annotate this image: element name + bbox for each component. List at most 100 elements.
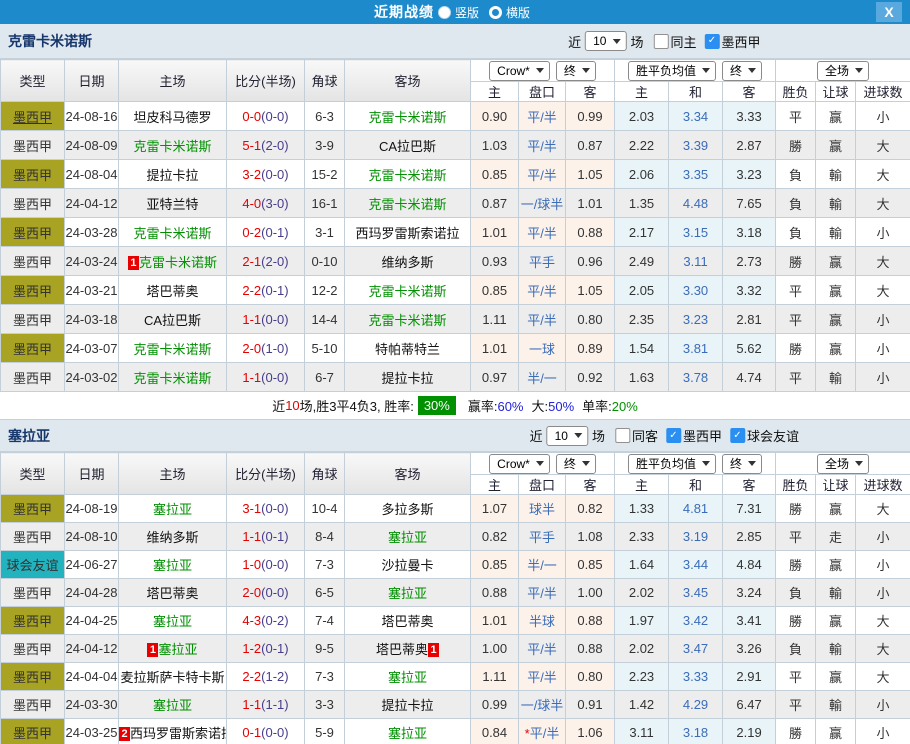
league-type-cell[interactable]: 墨西甲 — [1, 663, 65, 691]
away-team-name[interactable]: 塞拉亚 — [388, 530, 427, 545]
bookmaker-select[interactable]: Crow* — [489, 454, 550, 474]
league-type-cell[interactable]: 墨西甲 — [1, 131, 65, 160]
bookmaker-select[interactable]: Crow* — [489, 61, 550, 81]
mean-odds-home-value: 2.33 — [629, 529, 654, 544]
horizontal-layout-label[interactable]: 横版 — [506, 4, 530, 21]
fullmatch-select[interactable]: 全场 — [817, 454, 869, 474]
home-team-name[interactable]: 塔巴蒂奥 — [146, 284, 198, 299]
home-team-name[interactable]: 塞拉亚 — [153, 502, 192, 517]
vertical-layout-label[interactable]: 竖版 — [455, 4, 479, 21]
match-count-select[interactable]: 10 — [585, 31, 626, 51]
checkbox-label[interactable]: 球会友谊 — [747, 426, 799, 445]
away-team-name[interactable]: 塞拉亚 — [388, 586, 427, 601]
mean-stage-select[interactable]: 终 — [722, 454, 762, 474]
vertical-layout-radio[interactable] — [438, 6, 451, 19]
checkbox-label[interactable]: 同主 — [670, 32, 696, 51]
home-team-name[interactable]: 维纳多斯 — [146, 530, 198, 545]
away-team-name[interactable]: 塔巴蒂奥 — [376, 642, 428, 657]
away-team-name[interactable]: 维纳多斯 — [381, 255, 433, 270]
fulltime-score: 2-0 — [242, 585, 261, 600]
handicap-text: 平/半 — [530, 726, 560, 741]
away-team-name[interactable]: 西玛罗雷斯索诺拉 — [355, 226, 459, 241]
checkbox-label[interactable]: 墨西甲 — [721, 32, 760, 51]
league-type-cell[interactable]: 球会友谊 — [1, 551, 65, 579]
checkbox-unchecked[interactable] — [615, 428, 630, 443]
home-team-name[interactable]: 克雷卡米诺斯 — [133, 226, 211, 241]
mean-odds-select[interactable]: 胜平负均值 — [628, 454, 716, 474]
away-team-name[interactable]: 克雷卡米诺斯 — [368, 168, 446, 183]
mean-odds-select[interactable]: 胜平负均值 — [628, 61, 716, 81]
away-team-cell: 克雷卡米诺斯 — [345, 102, 471, 131]
fullmatch-select[interactable]: 全场 — [817, 61, 869, 81]
home-team-name[interactable]: 坦皮科马德罗 — [133, 110, 211, 125]
halftime-score: (1-1) — [261, 697, 288, 712]
home-team-name[interactable]: 克雷卡米诺斯 — [139, 255, 217, 270]
checkbox-unchecked[interactable] — [653, 34, 668, 49]
league-type-cell[interactable]: 墨西甲 — [1, 276, 65, 305]
away-team-name[interactable]: 克雷卡米诺斯 — [368, 284, 446, 299]
home-team-name[interactable]: 塔巴蒂奥 — [146, 586, 198, 601]
away-team-name[interactable]: 提拉卡拉 — [381, 371, 433, 386]
home-team-name[interactable]: 塞拉亚 — [153, 558, 192, 573]
home-team-name[interactable]: CA拉巴斯 — [144, 313, 201, 328]
odds-stage-select[interactable]: 终 — [556, 454, 596, 474]
league-type-cell[interactable]: 墨西甲 — [1, 607, 65, 635]
away-team-name[interactable]: CA拉巴斯 — [379, 139, 436, 154]
league-type-cell[interactable]: 墨西甲 — [1, 363, 65, 392]
horizontal-layout-radio[interactable] — [489, 6, 502, 19]
away-team-name[interactable]: 塔巴蒂奥 — [381, 614, 433, 629]
checkbox-checked[interactable]: ✓ — [730, 428, 745, 443]
home-team-name[interactable]: 塞拉亚 — [153, 698, 192, 713]
away-team-name[interactable]: 塞拉亚 — [388, 670, 427, 685]
close-icon[interactable]: X — [876, 2, 902, 22]
league-type-cell[interactable]: 墨西甲 — [1, 160, 65, 189]
mean-odds-home-value: 1.35 — [629, 196, 654, 211]
mean-stage-select[interactable]: 终 — [722, 61, 762, 81]
chevron-down-icon — [582, 68, 590, 73]
league-type-cell[interactable]: 墨西甲 — [1, 305, 65, 334]
team2-filter-bar: 塞拉亚 近 10 场 同客✓墨西甲✓球会友谊 — [0, 420, 910, 452]
home-team-name[interactable]: 麦拉斯萨卡特卡斯 — [120, 670, 224, 685]
checkbox-label[interactable]: 墨西甲 — [683, 426, 722, 445]
mean-odds-draw-value: 3.39 — [683, 138, 708, 153]
league-type-cell[interactable]: 墨西甲 — [1, 102, 65, 131]
home-team-name[interactable]: 克雷卡米诺斯 — [133, 139, 211, 154]
league-type-cell[interactable]: 墨西甲 — [1, 635, 65, 663]
league-type-cell[interactable]: 墨西甲 — [1, 719, 65, 744]
score-cell: 4-3(0-2) — [227, 607, 305, 635]
league-type-cell[interactable]: 墨西甲 — [1, 218, 65, 247]
league-type-cell[interactable]: 墨西甲 — [1, 495, 65, 523]
mean-odds-dropdown-cell: 胜平负均值 终 — [615, 453, 776, 475]
away-team-name[interactable]: 沙拉曼卡 — [381, 558, 433, 573]
fulltime-score: 1-1 — [242, 312, 261, 327]
league-type-cell[interactable]: 墨西甲 — [1, 247, 65, 276]
mean-odds-draw: 4.81 — [669, 495, 723, 523]
away-team-name[interactable]: 克雷卡米诺斯 — [368, 313, 446, 328]
league-type-cell[interactable]: 墨西甲 — [1, 334, 65, 363]
away-team-name[interactable]: 多拉多斯 — [381, 502, 433, 517]
chevron-down-icon — [582, 461, 590, 466]
mean-odds-away-value: 5.62 — [736, 341, 761, 356]
home-team-name[interactable]: 西玛罗雷斯索诺拉 — [130, 726, 227, 741]
odds-stage-select[interactable]: 终 — [556, 61, 596, 81]
checkbox-checked[interactable]: ✓ — [666, 428, 681, 443]
away-team-name[interactable]: 克雷卡米诺斯 — [368, 197, 446, 212]
home-team-name[interactable]: 克雷卡米诺斯 — [133, 371, 211, 386]
away-team-name[interactable]: 克雷卡米诺斯 — [368, 110, 446, 125]
match-count-select[interactable]: 10 — [547, 426, 588, 446]
checkbox-checked[interactable]: ✓ — [704, 34, 719, 49]
checkbox-label[interactable]: 同客 — [632, 426, 658, 445]
league-type-cell[interactable]: 墨西甲 — [1, 189, 65, 218]
home-team-name[interactable]: 塞拉亚 — [158, 642, 197, 657]
league-type-cell[interactable]: 墨西甲 — [1, 579, 65, 607]
home-team-name[interactable]: 克雷卡米诺斯 — [133, 342, 211, 357]
home-team-name[interactable]: 亚特兰特 — [146, 197, 198, 212]
away-team-name[interactable]: 特帕蒂特兰 — [375, 342, 440, 357]
away-team-name[interactable]: 塞拉亚 — [388, 726, 427, 741]
score-cell: 2-2(1-2) — [227, 663, 305, 691]
league-type-cell[interactable]: 墨西甲 — [1, 691, 65, 719]
home-team-name[interactable]: 塞拉亚 — [153, 614, 192, 629]
league-type-cell[interactable]: 墨西甲 — [1, 523, 65, 551]
away-team-name[interactable]: 提拉卡拉 — [381, 698, 433, 713]
home-team-name[interactable]: 提拉卡拉 — [146, 168, 198, 183]
